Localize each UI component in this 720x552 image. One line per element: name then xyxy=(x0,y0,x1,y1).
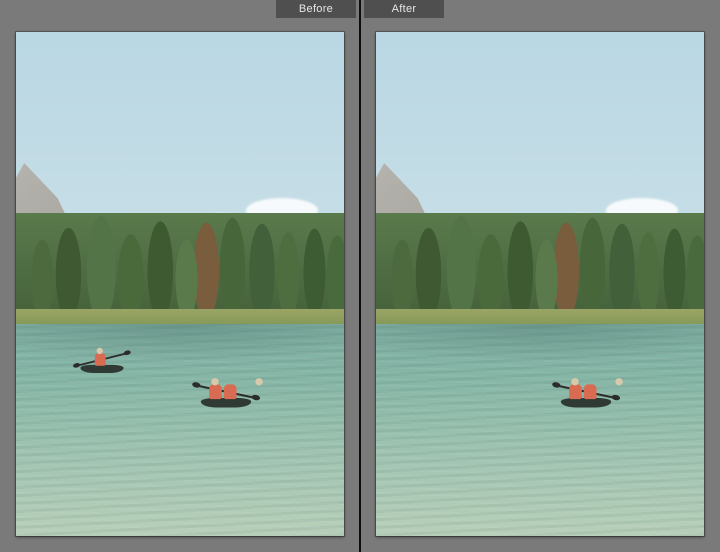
treeline xyxy=(376,213,704,324)
after-tab[interactable]: After xyxy=(364,0,444,18)
kayak-right xyxy=(555,384,618,409)
tab-spacer xyxy=(0,0,276,18)
water xyxy=(16,324,344,536)
before-panel xyxy=(0,18,360,552)
water xyxy=(376,324,704,536)
after-panel xyxy=(360,18,720,552)
tab-spacer xyxy=(444,0,720,18)
kayak-left xyxy=(75,353,129,375)
before-tab[interactable]: Before xyxy=(276,0,356,18)
compare-divider[interactable] xyxy=(359,0,361,552)
before-photo[interactable] xyxy=(16,32,344,536)
kayak-right xyxy=(195,384,258,409)
treeline xyxy=(16,213,344,324)
after-photo[interactable] xyxy=(376,32,704,536)
